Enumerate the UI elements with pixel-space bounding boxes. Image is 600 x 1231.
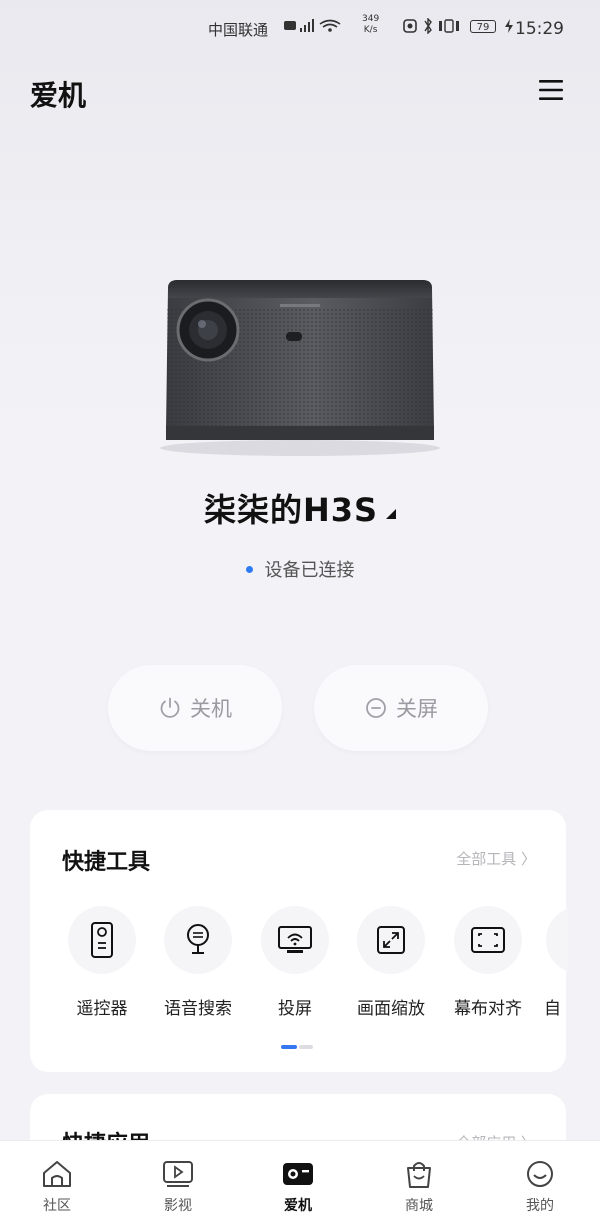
tool-screen-align[interactable]: 幕布对齐 [446,906,530,1026]
all-tools-link[interactable]: 全部工具 〉 [456,848,536,869]
connection-status: 设备已连接 [0,556,600,582]
bottom-tab-bar: 社区 影视 爱机 商城 我的 [0,1140,600,1231]
shopping-bag-icon [407,1162,431,1188]
signal-wifi-icon [284,19,341,32]
hamburger-menu-icon[interactable] [538,78,564,102]
battery-indicator: 79 [470,20,496,33]
device-name: 柒柒的H3S [203,491,379,529]
quick-tools-title: 快捷工具 [62,850,151,875]
profile-icon [527,1161,553,1187]
video-icon [163,1161,193,1187]
tab-profile[interactable]: 我的 [505,1159,575,1215]
remote-icon [91,922,113,958]
tool-voice-search[interactable]: 语音搜索 [156,906,240,1026]
tool-cast[interactable]: 投屏 [253,906,337,1026]
status-dot-icon [245,566,253,573]
status-bar: 中国联通 349 K/s 79 15:29 [0,0,600,60]
charging-icon [505,19,513,33]
screen-off-button[interactable]: 关屏 [314,665,488,751]
home-icon [43,1161,71,1187]
tab-store[interactable]: 商城 [384,1159,454,1215]
page-title: 爱机 [30,79,87,112]
partial-icon [546,906,568,974]
caret-down-icon [386,509,397,519]
network-speed: 349 K/s [362,14,380,35]
voice-search-icon [187,924,209,954]
clock: 15:29 [515,19,564,39]
tool-remote[interactable]: 遥控器 [60,906,144,1026]
screen-off-label: 关屏 [396,697,438,721]
page-dot [299,1045,313,1049]
cast-icon [278,926,312,953]
tab-device[interactable]: 爱机 [263,1159,333,1215]
device-selector[interactable]: 柒柒的H3S [0,485,600,531]
minus-circle-icon [366,698,386,718]
projector-image [160,280,440,456]
zoom-icon [377,926,405,954]
connection-status-text: 设备已连接 [264,560,355,581]
power-off-label: 关机 [190,697,232,721]
page-indicator [281,1045,315,1049]
quick-tools-card: 快捷工具 全部工具 〉 遥控器 语音搜索 投屏 画面缩放 幕布对齐 自 [30,810,568,1072]
carrier-name: 中国联通 [208,21,269,39]
tab-video[interactable]: 影视 [143,1159,213,1215]
screen-align-icon [471,927,505,953]
tab-community[interactable]: 社区 [22,1159,92,1215]
projector-icon [283,1163,313,1185]
tool-partial[interactable]: 自 [536,906,568,1026]
page-dot-active [281,1045,297,1049]
power-icon [160,697,180,718]
tool-zoom[interactable]: 画面缩放 [349,906,433,1026]
power-off-button[interactable]: 关机 [108,665,282,751]
status-icons [403,18,459,34]
